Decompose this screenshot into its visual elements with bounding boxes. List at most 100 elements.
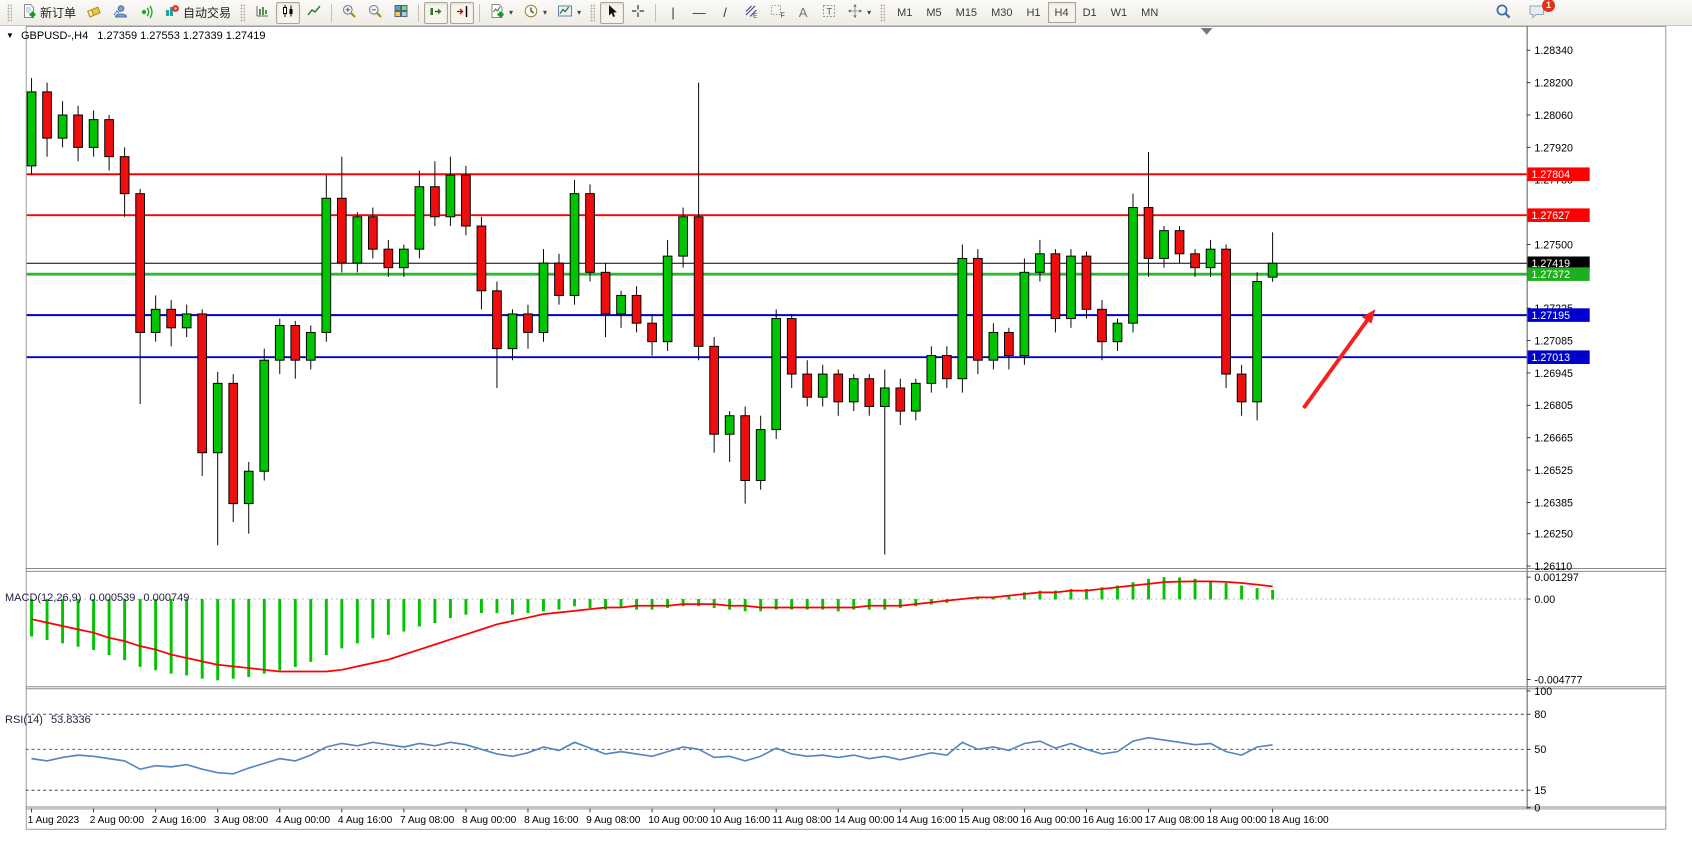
timeframe-m5[interactable]: M5 [919, 2, 948, 23]
candle-up [1129, 208, 1138, 324]
notification-badge: 1 [1542, 0, 1555, 12]
tile-windows-button[interactable] [389, 2, 413, 24]
chart-shift-button[interactable] [450, 2, 474, 24]
symbol-period-label: GBPUSD-,H4 [21, 30, 88, 42]
macd-pane-splitter[interactable] [0, 583, 1692, 587]
time-axis-label: 10 Aug 16:00 [710, 815, 770, 826]
window-menu-marker[interactable]: ▼ [6, 31, 14, 40]
eraser-button[interactable] [82, 2, 106, 24]
timeframe-m1[interactable]: M1 [890, 2, 919, 23]
candlestick-chart-button[interactable] [276, 2, 300, 24]
auto-trading-button[interactable]: 自动交易 [160, 2, 235, 24]
fibonacci-tool-button[interactable]: E [739, 2, 763, 24]
line-chart-button[interactable] [302, 2, 326, 24]
candle-up [244, 471, 253, 503]
trend-arrow-annotation[interactable] [1304, 320, 1368, 408]
candle-down [632, 295, 641, 323]
timeframe-d1[interactable]: D1 [1076, 2, 1104, 23]
auto-scroll-button[interactable] [424, 2, 448, 24]
time-axis-label: 18 Aug 00:00 [1207, 815, 1267, 826]
candle-up [539, 263, 548, 332]
chevron-down-icon[interactable]: ▾ [867, 8, 871, 17]
rsi-value: 53.8336 [51, 714, 91, 726]
timeframe-m15[interactable]: M15 [949, 2, 984, 23]
candle-down [229, 383, 238, 503]
timeframe-m30[interactable]: M30 [984, 2, 1019, 23]
time-axis-label: 15 Aug 08:00 [958, 815, 1018, 826]
cursor-tool-button[interactable] [600, 2, 624, 24]
timeframe-w1[interactable]: W1 [1104, 2, 1135, 23]
bar-chart-button[interactable] [250, 2, 274, 24]
candle-up [213, 383, 222, 452]
chart-window[interactable]: 1.283401.282001.280601.279201.277801.275… [0, 26, 1692, 855]
time-axis-label: 14 Aug 00:00 [834, 815, 894, 826]
candle-down [803, 374, 812, 397]
candle-up [1067, 256, 1076, 318]
add-indicator-icon [489, 3, 505, 22]
trend-arrow-head[interactable] [1362, 309, 1376, 324]
timeframe-h4[interactable]: H4 [1048, 2, 1076, 23]
arrows-tool-button[interactable]: ▾ [843, 2, 875, 24]
candle-down [974, 258, 983, 360]
toolbar-grip[interactable] [7, 4, 12, 22]
candle-up [772, 319, 781, 430]
timeframe-h1[interactable]: H1 [1019, 2, 1047, 23]
timeframe-mn[interactable]: MN [1134, 2, 1165, 23]
trendline-tool-button[interactable]: / [713, 2, 737, 24]
candle-up [260, 360, 269, 471]
chevron-down-icon[interactable]: ▾ [543, 8, 547, 17]
vertical-line-icon: | [665, 5, 681, 20]
candle-down [1191, 254, 1200, 268]
zoom-in-button[interactable] [337, 2, 361, 24]
zoom-out-button[interactable] [363, 2, 387, 24]
horizontal-line-tool-button[interactable]: — [687, 2, 711, 24]
chevron-down-icon[interactable]: ▾ [509, 8, 513, 17]
candle-down [865, 379, 874, 407]
rsi-pane-splitter[interactable] [0, 705, 1692, 709]
text-label-tool-button[interactable]: T [817, 2, 841, 24]
signal-button[interactable] [134, 2, 158, 24]
toolbar-grip[interactable] [240, 4, 245, 22]
time-axis-label: 7 Aug 08:00 [400, 815, 455, 826]
clock-icon [523, 3, 539, 22]
chart-canvas[interactable]: 1.283401.282001.280601.279201.277801.275… [0, 26, 1692, 855]
candle-down [431, 187, 440, 217]
time-axis-label: 16 Aug 00:00 [1021, 815, 1081, 826]
candle-up [353, 217, 362, 263]
templates-button[interactable]: ▾ [553, 2, 585, 24]
time-axis-label: 4 Aug 00:00 [276, 815, 331, 826]
candle-down [1222, 249, 1231, 374]
periods-button[interactable]: ▾ [519, 2, 551, 24]
crosshair-tool-button[interactable] [626, 2, 650, 24]
candle-up [989, 332, 998, 360]
search-button[interactable] [1491, 2, 1516, 24]
add-indicator-button[interactable]: ▾ [485, 2, 517, 24]
price-axis-label: 1.28340 [1534, 45, 1573, 57]
toolbar-grip[interactable] [590, 4, 595, 22]
candle-up [849, 379, 858, 402]
candle-down [105, 120, 114, 157]
new-order-icon [21, 3, 37, 22]
chevron-down-icon[interactable]: ▾ [577, 8, 581, 17]
tile-windows-icon [393, 3, 409, 22]
time-axis-label: 10 Aug 00:00 [648, 815, 708, 826]
vertical-line-tool-button[interactable]: | [661, 2, 685, 24]
candle-down [120, 157, 129, 194]
auto-trading-icon [164, 3, 180, 22]
text-tool-button[interactable]: A [791, 2, 815, 24]
time-axis-label: 1 Aug 2023 [28, 815, 80, 826]
candle-down [384, 249, 393, 268]
price-tag-label: 1.27013 [1532, 352, 1571, 364]
time-axis-label: 9 Aug 08:00 [586, 815, 641, 826]
chart-shift-marker[interactable] [1201, 28, 1213, 35]
notifications-button[interactable]: 1 [1524, 2, 1550, 24]
new-order-button[interactable]: 新订单 [17, 2, 80, 24]
profile-button[interactable] [108, 2, 132, 24]
price-axis-label: 1.27500 [1534, 239, 1573, 251]
grid-tool-button[interactable]: F [765, 2, 789, 24]
svg-text:T: T [827, 7, 833, 17]
toolbar-grip[interactable] [880, 4, 885, 22]
time-axis-splitter[interactable] [0, 829, 1692, 833]
candle-up [927, 356, 936, 384]
candle-down [1098, 309, 1107, 341]
